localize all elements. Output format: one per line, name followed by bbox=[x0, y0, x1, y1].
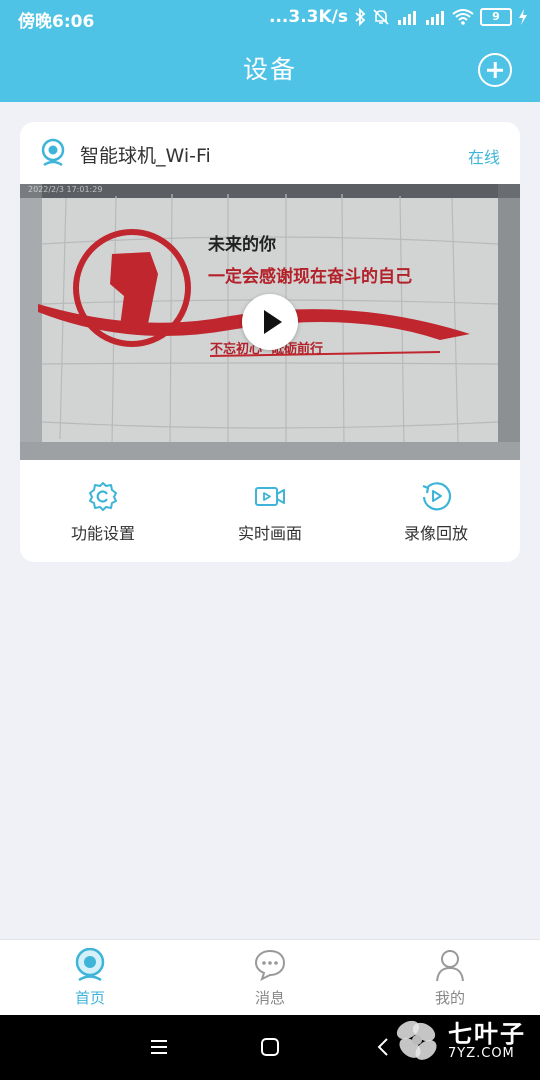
device-card[interactable]: 智能球机_Wi-Fi 在线 2022/2/3 17:01:29 未来的你 一定会… bbox=[20, 122, 520, 562]
status-time: 傍晚6:06 bbox=[18, 12, 95, 32]
play-button[interactable] bbox=[242, 294, 298, 350]
leaf-logo-icon bbox=[396, 1020, 437, 1060]
watermark: 七叶子 7YZ.COM bbox=[386, 1008, 536, 1068]
video-preview[interactable]: 2022/2/3 17:01:29 未来的你 一定会感谢现在奋斗的自己 不忘初心… bbox=[20, 184, 520, 460]
video-camera-icon bbox=[255, 487, 285, 506]
home-icon[interactable] bbox=[258, 1035, 282, 1059]
signal-icon bbox=[426, 11, 444, 25]
charging-icon bbox=[519, 9, 527, 25]
playback-button[interactable]: 录像回放 bbox=[366, 460, 506, 562]
action-label: 录像回放 bbox=[403, 524, 468, 543]
tab-label: 首页 bbox=[74, 989, 105, 1007]
network-speed: ...3.3K/s bbox=[269, 7, 348, 27]
camera-icon bbox=[41, 138, 65, 167]
gear-icon bbox=[89, 482, 117, 511]
app-header: 傍晚6:06 ...3.3K/s 9 设备 bbox=[0, 0, 540, 102]
tab-messages[interactable]: 消息 bbox=[220, 940, 320, 1016]
tab-profile[interactable]: 我的 bbox=[400, 940, 500, 1016]
bluetooth-icon bbox=[355, 8, 366, 26]
replay-icon bbox=[422, 482, 452, 511]
battery-level: 9 bbox=[480, 8, 512, 26]
add-device-button[interactable] bbox=[478, 53, 512, 87]
user-icon bbox=[436, 950, 464, 982]
signal-hd-icon bbox=[398, 11, 416, 25]
camera-home-icon bbox=[75, 948, 105, 982]
menu-icon[interactable] bbox=[147, 1035, 171, 1059]
device-actions: 功能设置 实时画面 录像回放 bbox=[20, 460, 520, 562]
page-title: 设备 bbox=[242, 55, 297, 84]
device-name: 智能球机_Wi-Fi bbox=[80, 145, 211, 167]
chat-bubble-icon bbox=[254, 949, 286, 981]
action-label: 实时画面 bbox=[237, 524, 302, 543]
tab-home[interactable]: 首页 bbox=[40, 940, 140, 1016]
bottom-tab-bar: 首页 消息 我的 bbox=[0, 939, 540, 1016]
preview-slogan-1: 未来的你 bbox=[208, 235, 276, 255]
action-label: 功能设置 bbox=[70, 524, 135, 543]
tab-label: 我的 bbox=[434, 989, 465, 1007]
device-status-badge: 在线 bbox=[467, 148, 500, 167]
watermark-brand: 七叶子 bbox=[448, 1020, 526, 1048]
tab-label: 消息 bbox=[254, 989, 285, 1007]
watermark-domain: 7YZ.COM bbox=[448, 1046, 515, 1061]
preview-timestamp: 2022/2/3 17:01:29 bbox=[28, 185, 103, 194]
mute-icon bbox=[373, 9, 389, 25]
status-bar: 傍晚6:06 ...3.3K/s 9 bbox=[0, 0, 540, 34]
live-view-button[interactable]: 实时画面 bbox=[200, 460, 340, 562]
preview-slogan-2: 一定会感谢现在奋斗的自己 bbox=[208, 267, 412, 287]
function-settings-button[interactable]: 功能设置 bbox=[33, 460, 173, 562]
device-card-header[interactable]: 智能球机_Wi-Fi 在线 bbox=[20, 122, 520, 184]
status-indicators: ...3.3K/s 9 bbox=[269, 7, 528, 27]
wifi-icon bbox=[452, 9, 474, 25]
